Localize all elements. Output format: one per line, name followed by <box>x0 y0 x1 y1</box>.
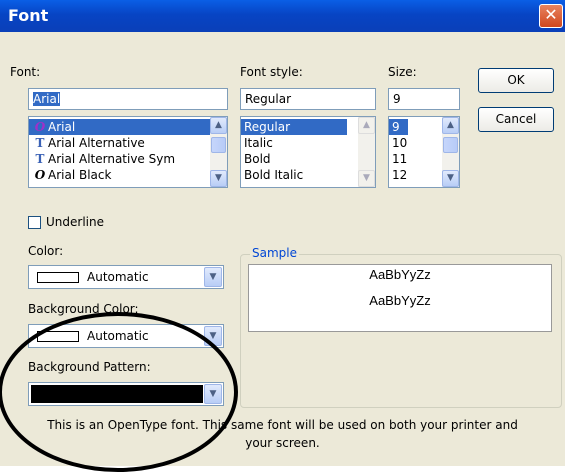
style-item-regular[interactable]: Regular <box>241 119 347 135</box>
window-title: Font <box>8 6 49 25</box>
font-note-line-2: your screen. <box>245 436 320 450</box>
font-note-line-1: This is an OpenType font. This same font… <box>47 418 518 432</box>
font-item-arial[interactable]: O Arial <box>29 119 227 135</box>
sample-text-2: AaBbYyZz <box>369 293 431 308</box>
scroll-down-icon[interactable]: ▼ <box>358 170 375 187</box>
scroll-thumb[interactable] <box>211 137 226 153</box>
sample-caption: Sample <box>250 246 299 260</box>
style-item-italic[interactable]: Italic <box>241 135 375 151</box>
scroll-thumb[interactable] <box>443 137 458 153</box>
font-item-arial-alternative[interactable]: T Arial Alternative <box>29 135 227 151</box>
ok-button[interactable]: OK <box>478 68 554 93</box>
style-item-bold[interactable]: Bold <box>241 151 375 167</box>
font-label: Font: <box>10 65 41 79</box>
dialog-body: Font: Arial O Arial T Arial Alternative TA… <box>0 32 565 472</box>
sample-text-1: AaBbYyZz <box>369 267 431 282</box>
size-input[interactable]: 9 <box>388 88 460 110</box>
opentype-icon: O <box>34 168 46 182</box>
underline-checkbox[interactable] <box>28 216 41 229</box>
font-scrollbar[interactable]: ▲ ▼ <box>210 117 227 187</box>
chevron-down-icon[interactable]: ▼ <box>204 267 222 287</box>
font-item-arial-black[interactable]: O Arial Black <box>29 167 227 183</box>
color-select[interactable]: Automatic ▼ <box>28 265 224 289</box>
size-label: Size: <box>388 65 417 79</box>
chevron-down-icon[interactable]: ▼ <box>204 326 222 346</box>
style-item-bold-italic[interactable]: Bold Italic <box>241 167 375 183</box>
underline-label[interactable]: Underline <box>46 215 104 229</box>
cancel-button[interactable]: Cancel <box>478 107 554 132</box>
pattern-swatch <box>31 385 203 403</box>
color-swatch <box>37 272 79 283</box>
font-style-label: Font style: <box>240 65 303 79</box>
font-style-list[interactable]: Regular Italic Bold Bold Italic ▲ ▼ <box>240 116 376 188</box>
background-color-swatch <box>37 331 79 342</box>
font-item-arial-alternative-sym[interactable]: T Arial Alternative Sym <box>29 151 227 167</box>
scroll-down-icon[interactable]: ▼ <box>210 170 227 187</box>
scroll-up-icon[interactable]: ▲ <box>442 117 459 134</box>
size-scrollbar[interactable]: ▲ ▼ <box>442 117 459 187</box>
truetype-icon: T <box>35 152 45 166</box>
scroll-up-icon[interactable]: ▲ <box>358 117 375 134</box>
font-input[interactable]: Arial <box>28 88 228 110</box>
title-bar[interactable]: Font ✕ <box>0 0 565 32</box>
size-list[interactable]: 9 10 11 12 ▲ ▼ <box>388 116 460 188</box>
background-pattern-select[interactable]: ▼ <box>28 382 224 406</box>
background-color-value: Automatic <box>87 329 149 343</box>
chevron-down-icon[interactable]: ▼ <box>204 384 222 404</box>
scroll-up-icon[interactable]: ▲ <box>210 117 227 134</box>
sample-preview: AaBbYyZz AaBbYyZz <box>248 264 552 332</box>
scroll-down-icon[interactable]: ▼ <box>442 170 459 187</box>
font-style-scrollbar[interactable]: ▲ ▼ <box>358 117 375 187</box>
font-style-input[interactable]: Regular <box>240 88 376 110</box>
background-color-label: Background Color: <box>28 302 139 316</box>
font-list[interactable]: O Arial T Arial Alternative T Arial Alterna… <box>28 116 228 188</box>
background-pattern-label: Background Pattern: <box>28 360 151 374</box>
background-color-select[interactable]: Automatic ▼ <box>28 324 224 348</box>
opentype-icon: O <box>34 120 46 134</box>
close-icon: ✕ <box>544 5 558 24</box>
close-button[interactable]: ✕ <box>539 4 563 28</box>
font-note: This is an OpenType font. This same font… <box>0 416 565 452</box>
size-item-9[interactable]: 9 <box>389 119 408 135</box>
color-value: Automatic <box>87 270 149 284</box>
truetype-icon: T <box>35 136 45 150</box>
color-label: Color: <box>28 244 64 258</box>
